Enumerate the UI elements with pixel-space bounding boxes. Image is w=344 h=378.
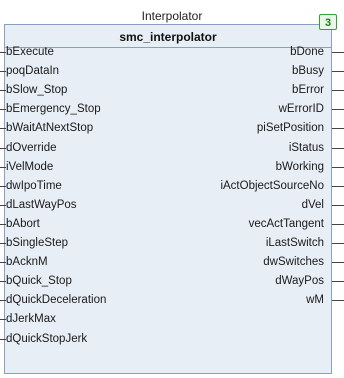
input-pin[interactable]: dOverride xyxy=(6,140,57,156)
output-pin[interactable]: iStatus xyxy=(289,140,324,156)
output-pin[interactable]: bWorking xyxy=(276,159,324,175)
input-pin[interactable]: iVelMode xyxy=(6,159,53,175)
output-connector-line[interactable] xyxy=(332,109,344,110)
output-connector-line[interactable] xyxy=(332,128,344,129)
output-pin[interactable]: vecActTangent xyxy=(249,216,324,232)
output-pin[interactable]: wM xyxy=(306,292,324,308)
input-pin[interactable]: bSlow_Stop xyxy=(6,82,67,98)
input-connector-line[interactable] xyxy=(0,300,6,301)
input-pin[interactable]: bQuick_Stop xyxy=(6,273,72,289)
output-connector-line[interactable] xyxy=(332,167,344,168)
execution-order-badge[interactable]: 3 xyxy=(319,14,337,30)
output-pin[interactable]: bError xyxy=(292,82,324,98)
output-pin[interactable]: dwSwitches xyxy=(263,254,324,270)
output-pin[interactable]: wErrorID xyxy=(279,101,324,117)
output-connector-line[interactable] xyxy=(332,90,344,91)
input-connector-line[interactable] xyxy=(0,109,6,110)
output-pin[interactable]: bDone xyxy=(290,44,324,60)
function-block-type: smc_interpolator xyxy=(119,30,217,44)
output-connector-line[interactable] xyxy=(332,148,344,149)
output-pin[interactable]: piSetPosition xyxy=(257,120,324,136)
input-connector-line[interactable] xyxy=(0,205,6,206)
input-pin[interactable]: dwIpoTime xyxy=(6,178,62,194)
input-connector-line[interactable] xyxy=(0,167,6,168)
output-pin[interactable]: dVel xyxy=(302,197,324,213)
output-connector-line[interactable] xyxy=(332,300,344,301)
input-pin[interactable]: dLastWayPos xyxy=(6,197,77,213)
input-connector-line[interactable] xyxy=(0,243,6,244)
input-pin[interactable]: dQuickStopJerk xyxy=(6,331,87,347)
output-connector-line[interactable] xyxy=(332,71,344,72)
input-connector-line[interactable] xyxy=(0,148,6,149)
output-connector-line[interactable] xyxy=(332,205,344,206)
output-connector-line[interactable] xyxy=(332,52,344,53)
input-pin[interactable]: dJerkMax xyxy=(6,311,56,327)
input-connector-line[interactable] xyxy=(0,71,6,72)
input-pin[interactable]: bEmergency_Stop xyxy=(6,101,101,117)
input-connector-line[interactable] xyxy=(0,128,6,129)
input-connector-line[interactable] xyxy=(0,281,6,282)
input-connector-line[interactable] xyxy=(0,52,6,53)
output-connector-line[interactable] xyxy=(332,281,344,282)
fbd-canvas: Interpolator smc_interpolator 3 bExecute… xyxy=(0,0,344,378)
input-connector-line[interactable] xyxy=(0,262,6,263)
output-pin[interactable]: iLastSwitch xyxy=(266,235,324,251)
output-connector-line[interactable] xyxy=(332,186,344,187)
output-connector-line[interactable] xyxy=(332,262,344,263)
input-connector-line[interactable] xyxy=(0,319,6,320)
input-connector-line[interactable] xyxy=(0,186,6,187)
input-pin[interactable]: bAbort xyxy=(6,216,40,232)
output-pin[interactable]: bBusy xyxy=(292,63,324,79)
input-pin[interactable]: poqDataIn xyxy=(6,63,59,79)
input-connector-line[interactable] xyxy=(0,339,6,340)
input-pin[interactable]: bExecute xyxy=(6,44,54,60)
input-pin[interactable]: dQuickDeceleration xyxy=(6,292,106,308)
instance-name-label[interactable]: Interpolator xyxy=(0,9,344,23)
output-connector-line[interactable] xyxy=(332,243,344,244)
output-pin[interactable]: dWayPos xyxy=(275,273,324,289)
input-pin[interactable]: bWaitAtNextStop xyxy=(6,120,93,136)
input-pin[interactable]: bSingleStep xyxy=(6,235,68,251)
input-connector-line[interactable] xyxy=(0,224,6,225)
output-pin[interactable]: iActObjectSourceNo xyxy=(220,178,324,194)
input-pin[interactable]: bAcknM xyxy=(6,254,48,270)
input-connector-line[interactable] xyxy=(0,90,6,91)
output-connector-line[interactable] xyxy=(332,224,344,225)
